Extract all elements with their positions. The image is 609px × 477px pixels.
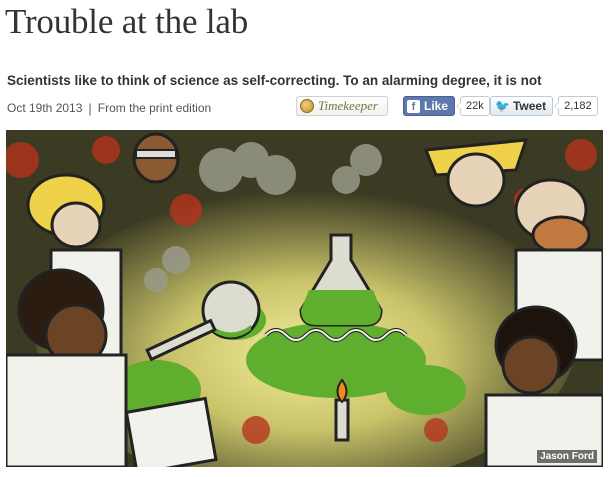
facebook-icon: f (407, 99, 420, 113)
lab-scene-illustration (6, 130, 603, 467)
timekeeper-label: Timekeeper (318, 98, 378, 113)
scientist-top-center (132, 132, 180, 184)
facebook-like-button[interactable]: f Like (403, 96, 456, 116)
tweet-count: 2,182 (554, 96, 598, 116)
facebook-like-widget: f Like 22k (403, 96, 490, 116)
tweet-button[interactable]: 🐦 Tweet (490, 96, 554, 116)
article-rubric: Scientists like to think of science as s… (7, 73, 542, 88)
image-credit: Jason Ford (537, 450, 597, 463)
article-illustration: Jason Ford (6, 130, 603, 467)
tweet-label: Tweet (512, 99, 547, 113)
facebook-like-label: Like (424, 99, 449, 113)
meta-separator: | (88, 100, 92, 116)
facebook-like-count: 22k (456, 96, 490, 116)
timekeeper-clock-icon (300, 99, 314, 113)
timekeeper-button[interactable]: Timekeeper (296, 96, 388, 116)
article-headline: Trouble at the lab (5, 2, 248, 41)
bunsen-burner (334, 378, 350, 442)
print-edition-link[interactable]: From the print edition (98, 101, 211, 115)
clipboard (124, 396, 218, 467)
twitter-bird-icon: 🐦 (495, 99, 510, 113)
twitter-tweet-widget: 🐦 Tweet 2,182 (490, 96, 598, 116)
article-date: Oct 19th 2013 (7, 101, 83, 115)
article-meta: Oct 19th 2013 | From the print edition (7, 98, 211, 118)
